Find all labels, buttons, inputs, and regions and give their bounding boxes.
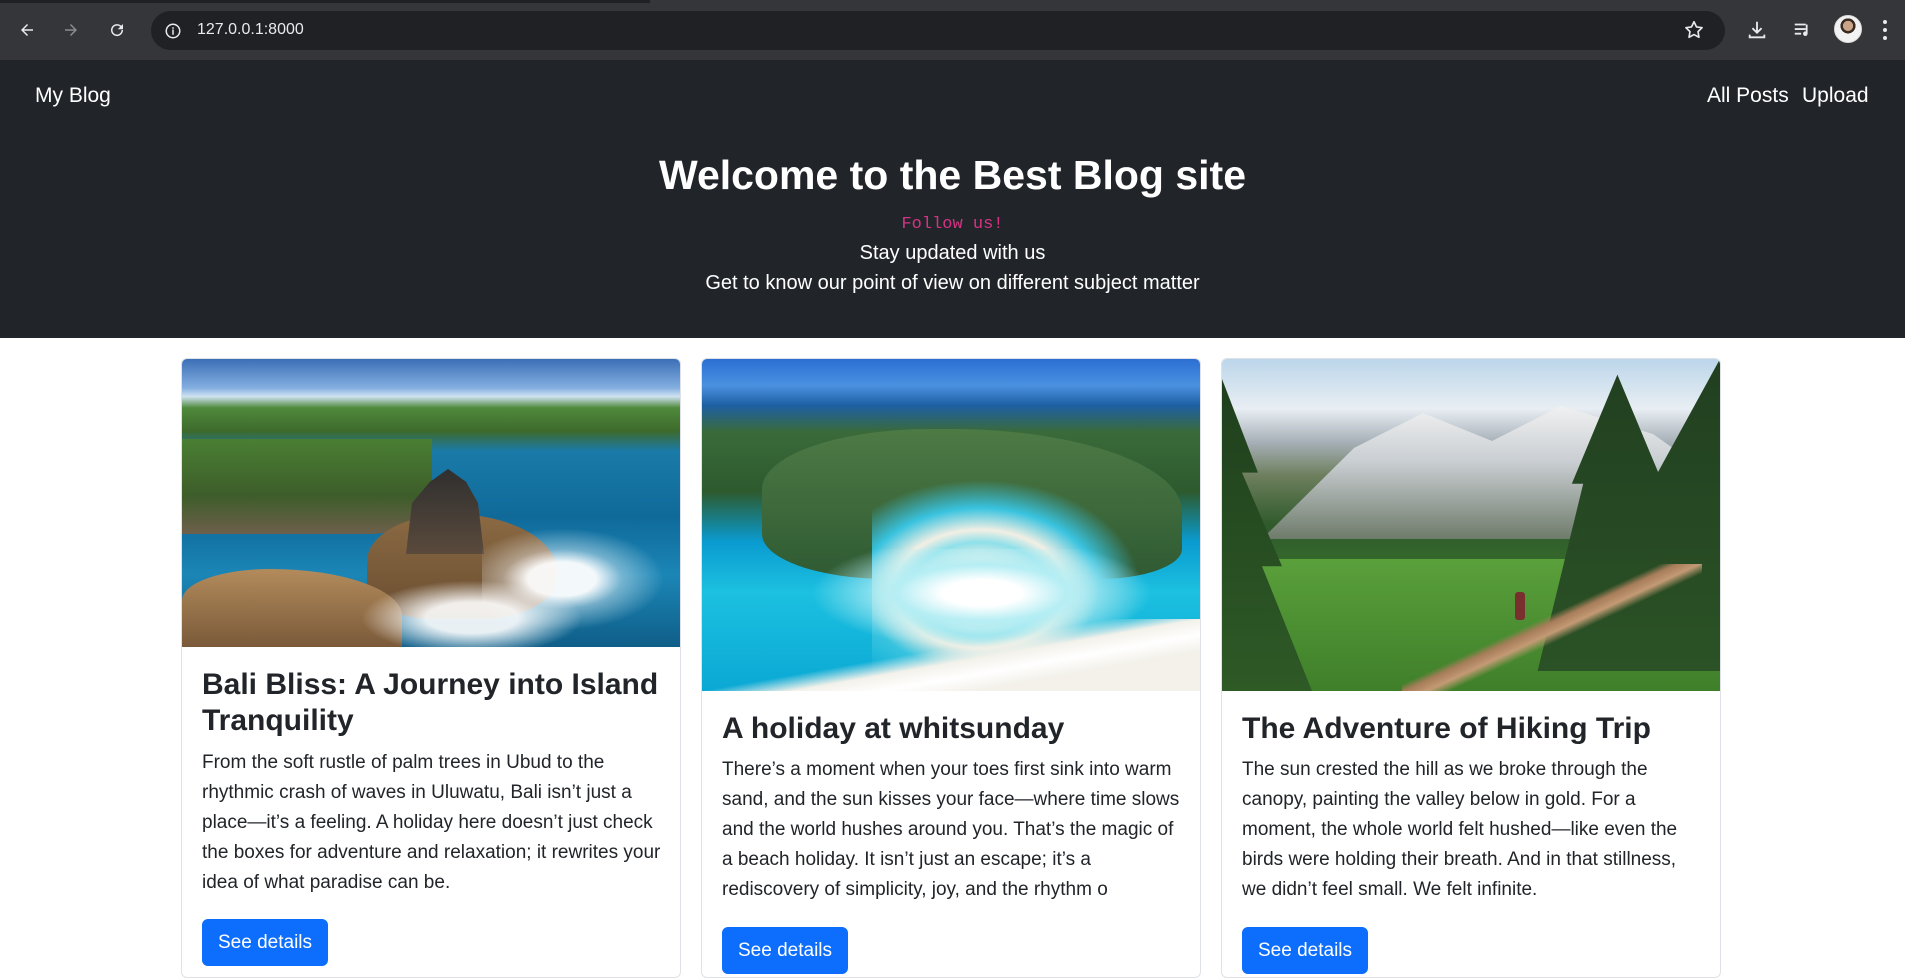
post-excerpt: There’s a moment when your toes first si… xyxy=(722,759,1180,900)
post-image xyxy=(182,359,680,647)
nav-link-upload[interactable]: Upload xyxy=(1802,84,1869,108)
post-card: The Adventure of Hiking Trip The sun cre… xyxy=(1221,358,1721,978)
kebab-menu-icon[interactable] xyxy=(1875,15,1895,45)
post-image xyxy=(1222,359,1720,691)
see-details-button[interactable]: See details xyxy=(722,927,849,974)
address-bar[interactable]: 127.0.0.1:8000 xyxy=(151,11,1725,50)
post-image xyxy=(702,359,1200,691)
nav-link-all-posts[interactable]: All Posts xyxy=(1707,84,1789,108)
browser-toolbar: 127.0.0.1:8000 xyxy=(0,0,1905,60)
url-text[interactable]: 127.0.0.1:8000 xyxy=(197,21,304,39)
see-details-button[interactable]: See details xyxy=(202,919,329,966)
post-excerpt: The sun crested the hill as we broke thr… xyxy=(1242,759,1678,900)
arrow-right-icon[interactable] xyxy=(55,14,87,46)
info-icon[interactable] xyxy=(161,19,185,43)
post-card: A holiday at whitsunday There’s a moment… xyxy=(701,358,1201,978)
arrow-left-icon[interactable] xyxy=(11,14,43,46)
avatar[interactable] xyxy=(1834,15,1862,43)
reload-icon[interactable] xyxy=(101,14,133,46)
download-icon[interactable] xyxy=(1742,15,1772,45)
brand-link[interactable]: My Blog xyxy=(35,84,111,108)
post-card: Bali Bliss: A Journey into Island Tranqu… xyxy=(181,358,681,978)
hero-title: Welcome to the Best Blog site xyxy=(658,152,1246,198)
hero-line-2: Get to know our point of view on differe… xyxy=(705,272,1200,294)
tab-strip xyxy=(0,0,650,3)
hero-tagline: Follow us! xyxy=(901,215,1004,234)
playlist-icon[interactable] xyxy=(1788,15,1818,45)
see-details-button[interactable]: See details xyxy=(1242,927,1369,974)
post-title: The Adventure of Hiking Trip xyxy=(1242,712,1651,745)
star-icon[interactable] xyxy=(1683,19,1705,45)
navbar: My Blog All Posts Upload Welcome to the … xyxy=(0,60,1905,338)
post-excerpt: From the soft rustle of palm trees in Ub… xyxy=(202,752,661,893)
post-title: Bali Bliss: A Journey into Island Tranqu… xyxy=(202,668,659,737)
hero-line-1: Stay updated with us xyxy=(859,242,1046,264)
post-title: A holiday at whitsunday xyxy=(722,712,1065,745)
